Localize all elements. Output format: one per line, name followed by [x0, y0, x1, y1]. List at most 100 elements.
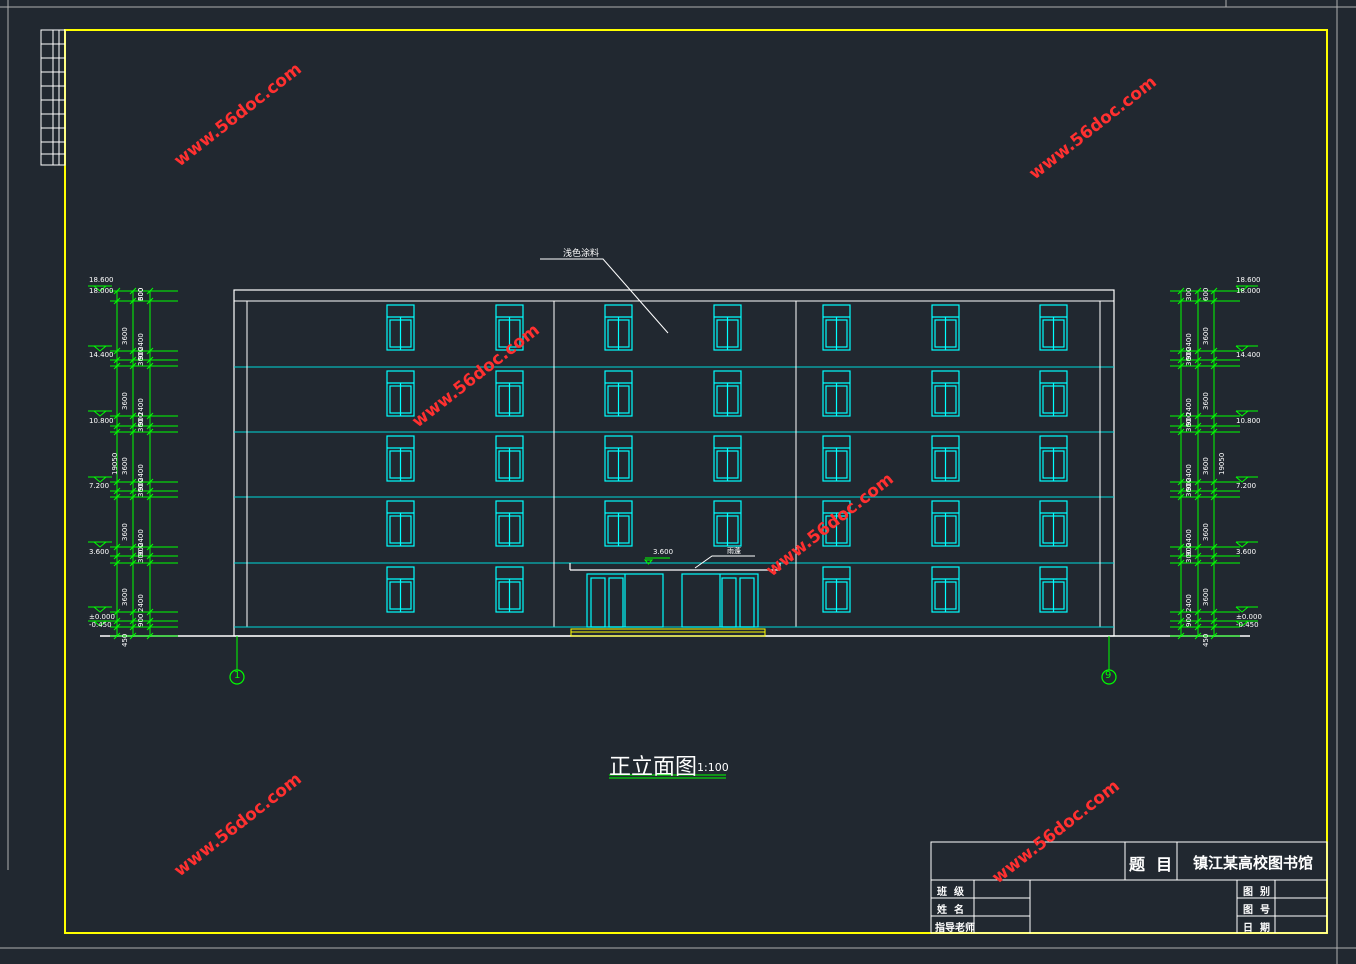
- title-block-advisor: 指导老师: [935, 923, 975, 934]
- title-block-category: 图 别: [1243, 887, 1270, 898]
- material-leader: [540, 258, 669, 334]
- elevation-label-left: 18.600: [89, 276, 114, 284]
- window: [495, 566, 524, 613]
- dim-inner-right: 300: [1185, 352, 1193, 366]
- window: [604, 500, 633, 547]
- dim-outer-left: 3600: [121, 523, 129, 541]
- dim-inner-left: 2400: [137, 594, 145, 612]
- title-block-name: 姓 名: [937, 905, 964, 916]
- dim-inner-left: 900: [137, 613, 145, 627]
- dim-base-left: 450: [121, 633, 129, 647]
- dim-inner-right: 900: [1185, 613, 1193, 627]
- window: [386, 370, 415, 417]
- floor-lines: [234, 366, 1114, 564]
- axis-label-9: 9: [1105, 670, 1112, 681]
- canopy-note: 雨蓬: [727, 547, 741, 555]
- title-block-subject-label: 题 目: [1129, 855, 1173, 874]
- window: [713, 370, 742, 417]
- dim-inner-right: 300: [1185, 418, 1193, 432]
- dim-parapet-right: 600: [1202, 287, 1210, 301]
- title-block-number: 图 号: [1243, 905, 1270, 916]
- dimension-chain-right: [1170, 285, 1258, 640]
- window: [1039, 435, 1068, 482]
- elevation-label-right: ±0.000: [1236, 613, 1262, 621]
- dim-total-left: 19050: [111, 452, 119, 475]
- window: [822, 304, 851, 351]
- dim-inner-right: 300: [1185, 549, 1193, 563]
- dimension-chain-left: [88, 285, 178, 640]
- drawing-title: 正立面图: [609, 755, 698, 780]
- window: [822, 566, 851, 613]
- window: [386, 566, 415, 613]
- window: [822, 435, 851, 482]
- dim-outer-left: 3600: [121, 392, 129, 410]
- dim-parapet-left: 600: [137, 287, 145, 301]
- elevation-label-left: -0.450: [89, 621, 112, 629]
- window: [713, 500, 742, 547]
- elevation-label-left: 7.200: [89, 482, 110, 490]
- window: [822, 370, 851, 417]
- dim-outer-left: 3600: [121, 588, 129, 606]
- elevation-label-right: 3.600: [1236, 548, 1257, 556]
- window: [931, 500, 960, 547]
- window: [1039, 304, 1068, 351]
- canopy-leader: [694, 555, 755, 569]
- elevation-label-left: 3.600: [89, 548, 110, 556]
- window: [386, 435, 415, 482]
- window: [931, 304, 960, 351]
- dim-inner-left: 300: [137, 549, 145, 563]
- dim-inner-right: 300: [1185, 483, 1193, 497]
- window: [604, 370, 633, 417]
- window: [713, 435, 742, 482]
- window: [495, 500, 524, 547]
- window: [495, 435, 524, 482]
- window: [386, 500, 415, 547]
- dim-total-right: 19050: [1218, 452, 1226, 475]
- elevation-label-left: ±0.000: [89, 613, 115, 621]
- dim-inner-left: 300: [137, 352, 145, 366]
- dim-outer-left: 3600: [121, 327, 129, 345]
- window: [931, 370, 960, 417]
- elevation-label-right: 7.200: [1236, 482, 1257, 490]
- material-note: 浅色涂料: [563, 249, 600, 259]
- title-block-subject-value: 镇江某高校图书馆: [1193, 854, 1314, 872]
- axis-label-1: 1: [234, 670, 241, 681]
- window: [931, 566, 960, 613]
- window: [604, 304, 633, 351]
- dim-outer-right: 3600: [1202, 327, 1210, 345]
- elevation-label-right: -0.450: [1236, 621, 1259, 629]
- window: [386, 304, 415, 351]
- axis-markers: [229, 636, 1117, 685]
- window: [1039, 566, 1068, 613]
- title-block-date: 日 期: [1243, 923, 1270, 934]
- dim-outer-right: 3600: [1202, 392, 1210, 410]
- dim-inner-right: 2400: [1185, 594, 1193, 612]
- title-block-class: 班 级: [937, 887, 964, 898]
- elevation-label-left: 18.000: [89, 287, 114, 295]
- dim-outer-left: 3600: [121, 457, 129, 475]
- window: [1039, 370, 1068, 417]
- window: [604, 435, 633, 482]
- window: [495, 370, 524, 417]
- dim-outer-right: 3600: [1202, 457, 1210, 475]
- entrance-doors: [569, 563, 781, 628]
- elevation-label-right: 10.800: [1236, 417, 1261, 425]
- dim-inner-right: 300: [1185, 287, 1193, 301]
- binding-strip: [40, 29, 66, 166]
- windows-group: [386, 304, 1068, 613]
- elevation-label-left: 10.800: [89, 417, 114, 425]
- drawing-frame: [64, 29, 1328, 934]
- elevation-label-right: 18.600: [1236, 276, 1261, 284]
- elevation-label-right: 18.000: [1236, 287, 1261, 295]
- elevation-label-right: 14.400: [1236, 351, 1261, 359]
- downpipes: [246, 301, 1101, 627]
- building-elevation: [100, 258, 1250, 637]
- dim-inner-left: 300: [137, 483, 145, 497]
- canopy-elevation: 3.600: [653, 548, 674, 556]
- window: [1039, 500, 1068, 547]
- building-outline: [233, 289, 1115, 637]
- window: [713, 304, 742, 351]
- dim-inner-left: 300: [137, 418, 145, 432]
- dim-base-right: 450: [1202, 633, 1210, 647]
- drawing-scale: 1:100: [697, 761, 729, 774]
